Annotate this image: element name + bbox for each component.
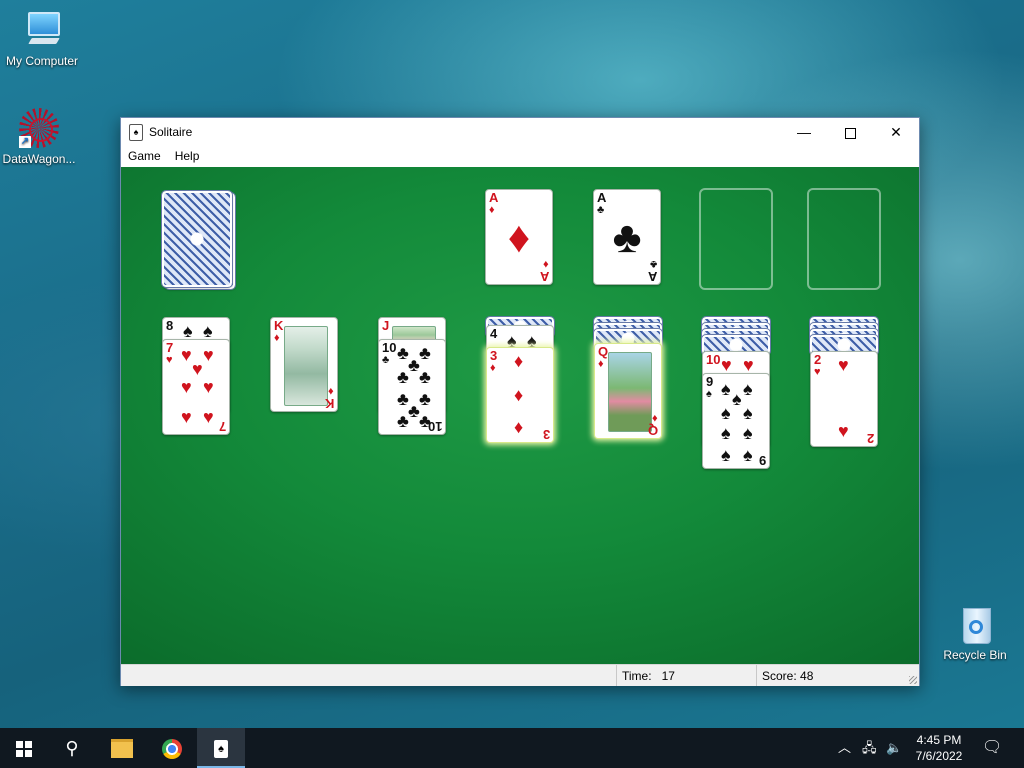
tableau-3-card-2[interactable]: 10 ♣ ♣ ♣ ♣ ♣ ♣ ♣ ♣ ♣ ♣ ♣ 10 (378, 339, 446, 435)
desktop-icon-datawagon[interactable]: ↗ DataWagon... (0, 108, 81, 166)
stock-card[interactable] (161, 190, 233, 288)
menu-help[interactable]: Help (168, 146, 207, 167)
game-table[interactable]: A ♦ ♦ ♦ A A ♣ ♣ ♣ A 8 ♠ ♠ 7 ♥ ♥ ♥ ♥ ♥ ♥ (121, 167, 919, 664)
volume-button[interactable]: 🔈 (886, 728, 902, 768)
solitaire-taskbar-button[interactable]: ♠ (197, 728, 245, 768)
maximize-icon (844, 127, 856, 139)
status-bar: Time: 17 Score: 48 (121, 664, 919, 686)
king-artwork (284, 326, 328, 406)
datawagon-icon: ↗ (19, 108, 59, 148)
time-value: 17 (661, 669, 675, 683)
tableau-6-card-2[interactable]: 9 ♠ ♠ ♠ ♠ ♠ ♠ ♠ ♠ ♠ ♠ 9 (702, 373, 770, 469)
start-button[interactable] (0, 728, 48, 768)
time-display: Time: 17 (616, 665, 752, 686)
menu-game[interactable]: Game (121, 146, 168, 167)
desktop-icon-label: DataWagon... (2, 152, 76, 166)
clock-date: 7/6/2022 (915, 749, 963, 763)
show-hidden-icons-button[interactable]: ︿ (838, 728, 851, 768)
foundation-3-empty[interactable] (699, 188, 773, 290)
foundation-2[interactable]: A ♣ ♣ ♣ A (593, 189, 661, 285)
diamond-suit-icon: ♦ (507, 213, 531, 262)
club-suit-icon: ♣ (612, 213, 642, 262)
tableau-1-card-2[interactable]: 7 ♥ ♥ ♥ ♥ ♥ ♥ ♥ ♥ 7 (162, 339, 230, 435)
minimize-button[interactable]: — (781, 118, 827, 146)
search-icon: ⚲ (65, 738, 79, 758)
desktop-icon-label: My Computer (5, 54, 79, 68)
network-icon: 🖧 (862, 740, 877, 755)
close-button[interactable]: ✕ (873, 118, 919, 146)
tableau-4-card-2[interactable]: 3 ♦ ♦ ♦ ♦ 3 (486, 347, 554, 443)
chrome-button[interactable] (148, 728, 196, 768)
chevron-up-icon: ︿ (838, 740, 852, 755)
windows-logo-icon (16, 740, 32, 757)
foundation-1[interactable]: A ♦ ♦ ♦ A (485, 189, 553, 285)
folder-icon (111, 739, 133, 759)
solitaire-window: ♠ Solitaire — ✕ Game Help A ♦ ♦ ♦ A A ♣ ♣… (120, 117, 920, 686)
tableau-7-card-1[interactable]: 2 ♥ ♥ ♥ 2 (810, 351, 878, 447)
clock[interactable]: 4:45 PM 7/6/2022 (904, 732, 974, 764)
menu-bar: Game Help (121, 146, 919, 167)
desktop-icon-my-computer[interactable]: My Computer (0, 10, 84, 68)
computer-icon (22, 10, 62, 50)
title-bar[interactable]: ♠ Solitaire — ✕ (121, 118, 919, 146)
taskbar: ⚲ ♠ ︿ 🖧 🔈 4:45 PM 7/6/2022 🗨 (0, 728, 1024, 768)
time-label: Time: (622, 669, 652, 683)
clock-time: 4:45 PM (916, 733, 962, 747)
desktop-icon-label: Recycle Bin (943, 648, 1007, 662)
resize-grip[interactable] (909, 676, 917, 684)
queen-artwork (608, 352, 652, 432)
foundation-4-empty[interactable] (807, 188, 881, 290)
recycle-bin-icon (955, 604, 995, 644)
network-button[interactable]: 🖧 (862, 728, 877, 768)
chrome-icon (162, 738, 182, 759)
desktop-icon-recycle-bin[interactable]: Recycle Bin (933, 604, 1017, 662)
tableau-5-card-1[interactable]: Q ♦ ♦ Q (594, 343, 662, 439)
notification-button[interactable]: 🗨 (982, 728, 1002, 768)
solitaire-icon: ♠ (214, 739, 228, 758)
search-button[interactable]: ⚲ (48, 728, 96, 768)
file-explorer-button[interactable] (98, 728, 146, 768)
score-display: Score: 48 (756, 665, 902, 686)
maximize-button[interactable] (827, 118, 873, 146)
tableau-2-card-1[interactable]: K ♦ ♦ K (270, 317, 338, 412)
solitaire-app-icon[interactable]: ♠ (129, 124, 143, 141)
window-title: Solitaire (149, 125, 193, 139)
notification-icon: 🗨 (982, 739, 1003, 756)
speaker-icon: 🔈 (886, 740, 903, 755)
